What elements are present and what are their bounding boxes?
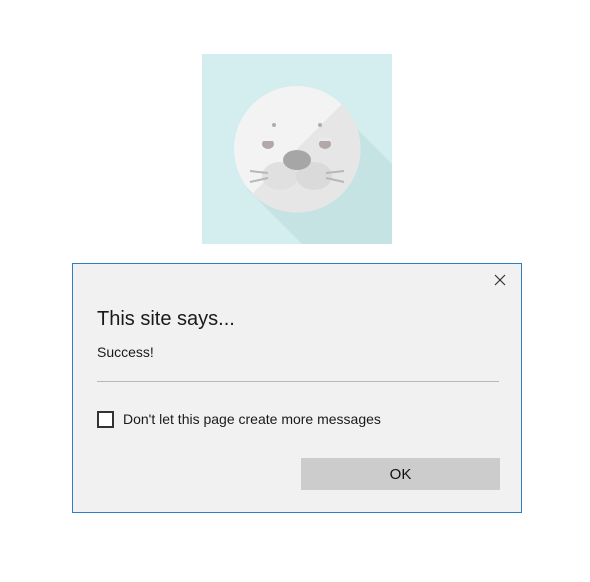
suppress-messages-checkbox[interactable]	[97, 410, 114, 428]
seal-face-icon	[234, 86, 392, 244]
suppress-messages-label[interactable]: Don't let this page create more messages	[123, 411, 381, 427]
site-icon-image	[202, 54, 392, 244]
alert-dialog: This site says... Success! Don't let thi…	[72, 263, 522, 513]
divider	[97, 381, 499, 382]
close-button[interactable]	[493, 273, 507, 287]
suppress-messages-option[interactable]: Don't let this page create more messages	[97, 408, 381, 430]
dialog-message: Success!	[97, 344, 154, 360]
ok-button[interactable]: OK	[301, 458, 500, 490]
dialog-title: This site says...	[97, 308, 235, 330]
close-icon	[494, 274, 506, 286]
